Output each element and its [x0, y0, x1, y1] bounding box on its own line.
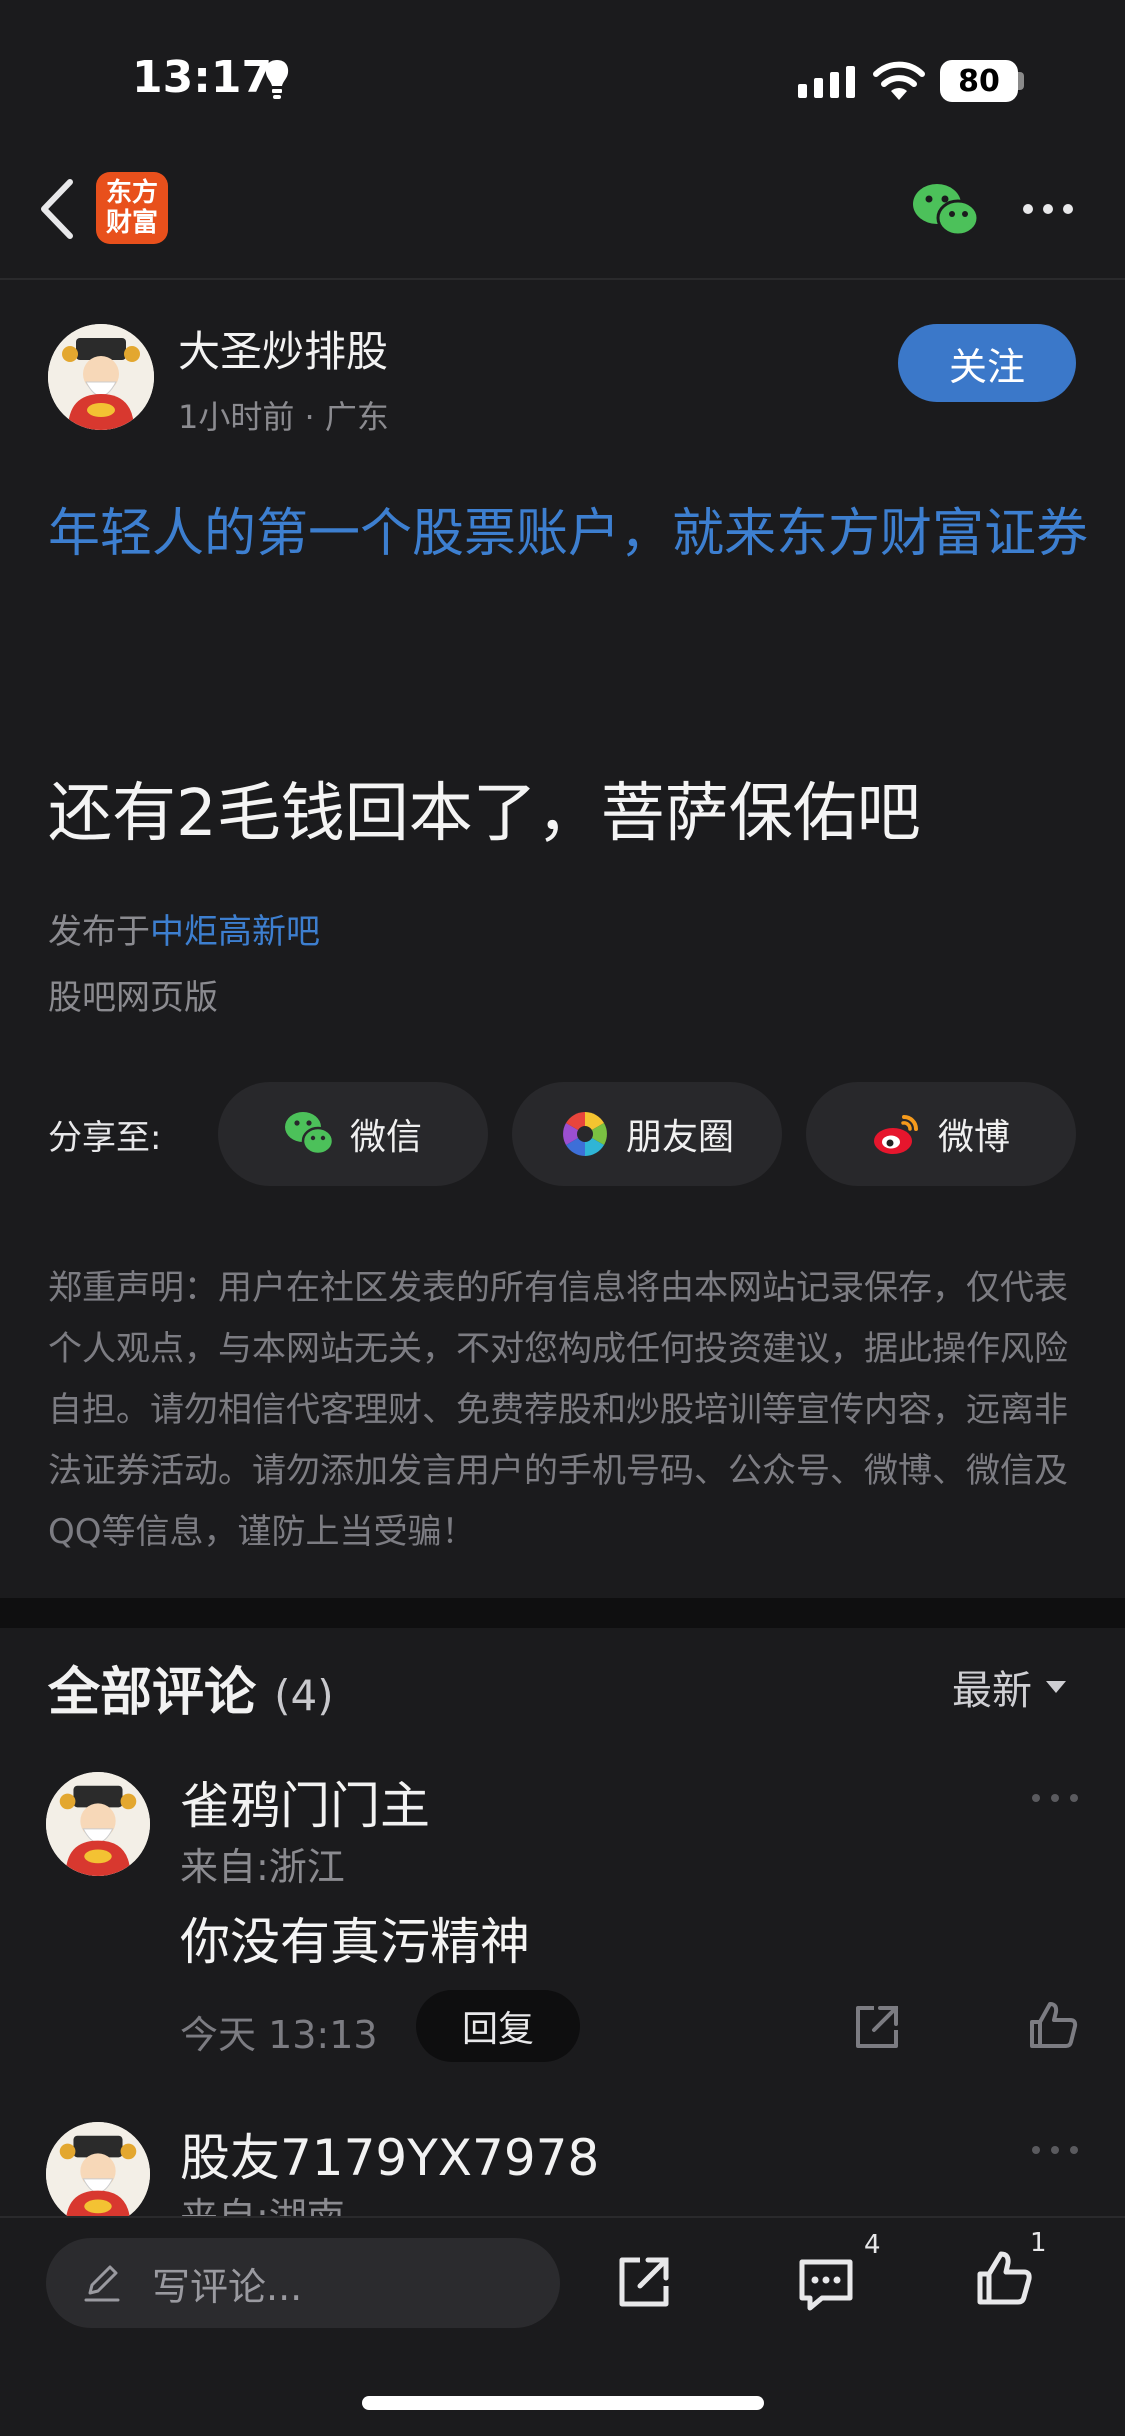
disclaimer-text: 郑重声明：用户在社区发表的所有信息将由本网站记录保存，仅代表个人观点，与本网站无… — [48, 1268, 1068, 1552]
sort-dropdown[interactable]: 最新 — [952, 1658, 1066, 1716]
lightbulb-icon — [265, 60, 289, 99]
battery-indicator: 80 — [940, 60, 1018, 102]
comment-input-placeholder: 写评论... — [152, 2264, 303, 2309]
caret-down-icon — [1046, 1681, 1066, 1693]
comment-like-icon[interactable] — [1026, 1998, 1080, 2052]
comments-header: 全部评论 (4) — [48, 1650, 334, 1725]
wechat-icon — [284, 1112, 334, 1156]
caishen-avatar-icon — [48, 324, 154, 430]
share-wechat-label: 微信 — [349, 1117, 422, 1158]
comments-count: (4) — [274, 1671, 334, 1720]
share-moments-button[interactable]: 朋友圈 — [512, 1082, 782, 1186]
post-title: 还有2毛钱回本了，菩萨保佑吧 — [48, 777, 921, 851]
section-divider — [0, 1598, 1125, 1628]
share-wechat-button[interactable]: 微信 — [218, 1082, 488, 1186]
share-label: 分享至: — [48, 1118, 162, 1158]
post-meta: 1小时前 · 广东 — [178, 398, 389, 436]
reply-button[interactable]: 回复 — [416, 1990, 580, 2062]
share-weibo-button[interactable]: 微博 — [806, 1082, 1076, 1186]
commenter-name[interactable]: 雀鸦门门主 — [180, 1766, 430, 1838]
wechat-share-icon[interactable] — [912, 182, 978, 238]
nav-divider — [0, 278, 1125, 280]
caishen-avatar-icon — [46, 1772, 150, 1876]
comment-time: 今天 13:13 — [180, 2013, 378, 2057]
share-moments-label: 朋友圈 — [625, 1117, 734, 1158]
follow-button[interactable]: 关注 — [898, 324, 1076, 402]
cellular-signal-icon — [798, 66, 855, 98]
promo-link[interactable]: 年轻人的第一个股票账户，就来东方财富证券 — [48, 494, 1088, 574]
commenter-avatar[interactable] — [46, 1772, 150, 1876]
like-count-badge: 1 — [1030, 2228, 1047, 2258]
caishen-avatar-icon — [46, 2122, 150, 2226]
comments-title: 全部评论 — [48, 1663, 257, 1723]
author-name[interactable]: 大圣炒排股 — [178, 318, 388, 379]
comment-count-badge: 4 — [864, 2230, 881, 2260]
more-icon[interactable] — [1020, 196, 1076, 222]
comment-input[interactable]: 写评论... — [46, 2238, 560, 2328]
battery-tip — [1018, 72, 1024, 90]
commenter-location: 来自:浙江 — [180, 1845, 345, 1889]
comment-share-icon[interactable] — [852, 2002, 902, 2052]
comment-more-icon[interactable] — [1030, 2142, 1080, 2158]
comment-text: 你没有真污精神 — [180, 1913, 530, 1971]
app-logo: 东方 财富 — [96, 172, 168, 244]
web-version-label: 股吧网页版 — [48, 978, 218, 1018]
pencil-icon — [84, 2265, 120, 2302]
home-indicator — [362, 2396, 764, 2410]
wifi-icon — [873, 61, 925, 100]
moments-icon — [563, 1112, 607, 1156]
sort-label: 最新 — [952, 1668, 1032, 1714]
commenter-name[interactable]: 股友7179YX7978 — [180, 2118, 599, 2190]
published-prefix: 发布于 — [48, 912, 150, 952]
commenter-avatar[interactable] — [46, 2122, 150, 2226]
comment-icon[interactable] — [796, 2254, 856, 2314]
forum-link[interactable]: 中炬高新吧 — [150, 912, 320, 952]
comment-more-icon[interactable] — [1030, 1790, 1080, 1806]
back-arrow-icon[interactable] — [38, 176, 78, 242]
like-icon[interactable] — [974, 2248, 1034, 2308]
published-in: 发布于中炬高新吧 — [48, 904, 320, 953]
weibo-icon — [873, 1115, 918, 1154]
status-time: 13:17 — [132, 52, 273, 103]
share-weibo-label: 微博 — [937, 1117, 1010, 1158]
author-avatar[interactable] — [48, 324, 154, 430]
share-icon[interactable] — [614, 2252, 674, 2312]
